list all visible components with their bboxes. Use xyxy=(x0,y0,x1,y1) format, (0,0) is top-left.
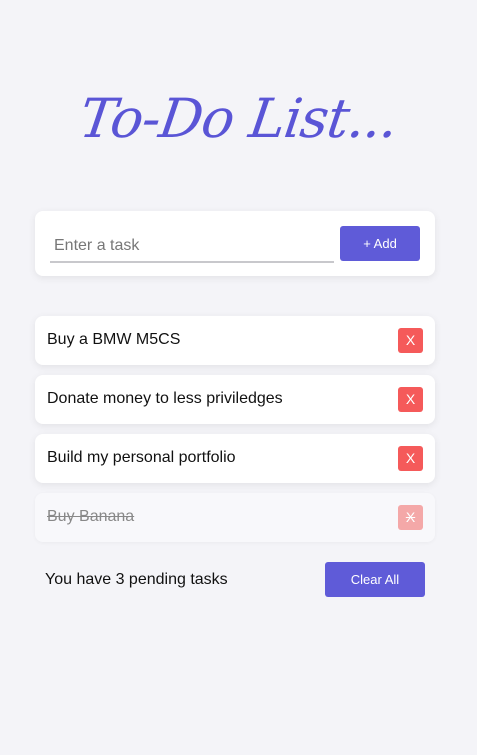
task-text: Donate money to less priviledges xyxy=(47,390,283,407)
task-text: Build my personal portfolio xyxy=(47,449,236,466)
task-item[interactable]: Build my personal portfolio X xyxy=(35,434,435,483)
task-input[interactable] xyxy=(50,233,334,263)
pending-count-text: You have 3 pending tasks xyxy=(45,571,228,588)
clear-all-button[interactable]: Clear All xyxy=(325,562,425,597)
task-text: Buy Banana xyxy=(47,508,135,525)
delete-task-button[interactable]: X xyxy=(398,446,423,471)
task-item[interactable]: Buy a BMW M5CS X xyxy=(35,316,435,365)
task-list: Buy a BMW M5CS X Donate money to less pr… xyxy=(35,316,435,552)
delete-task-button[interactable]: X xyxy=(398,505,423,530)
task-input-card: + Add xyxy=(35,211,435,276)
task-item[interactable]: Donate money to less priviledges X xyxy=(35,375,435,424)
task-item-completed[interactable]: Buy Banana X xyxy=(35,493,435,542)
add-task-button[interactable]: + Add xyxy=(340,226,420,261)
page-title: To-Do List... xyxy=(75,87,402,150)
task-text: Buy a BMW M5CS xyxy=(47,331,181,348)
delete-task-button[interactable]: X xyxy=(398,328,423,353)
delete-task-button[interactable]: X xyxy=(398,387,423,412)
